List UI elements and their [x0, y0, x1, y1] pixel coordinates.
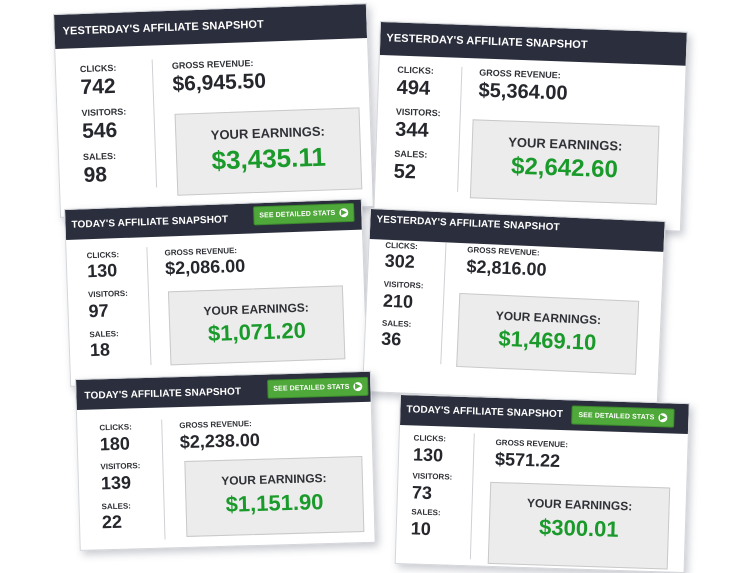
clicks-label: CLICKS: [79, 62, 117, 75]
button-label: SEE DETAILED STATS [578, 411, 655, 422]
card-title: TODAY'S AFFILIATE SNAPSHOT [406, 404, 564, 421]
visitors-value: 73 [411, 482, 433, 504]
button-label: SEE DETAILED STATS [273, 383, 350, 393]
clicks-value: 494 [396, 76, 431, 100]
gross-revenue-value: $5,364.00 [478, 79, 568, 105]
visitors-value: 210 [382, 290, 414, 312]
earnings-box: YOUR EARNINGS: $1,151.90 [184, 456, 365, 537]
sales-value: 98 [83, 163, 108, 188]
divider [146, 247, 152, 366]
clicks-value: 742 [80, 74, 117, 100]
card-header: YESTERDAY'S AFFILIATE SNAPSHOT [379, 22, 687, 66]
snapshot-card-today-1: TODAY'S AFFILIATE SNAPSHOT SEE DETAILED … [64, 198, 369, 387]
clicks-value: 180 [99, 433, 131, 455]
sales-label: SALES: [381, 318, 412, 329]
gross-revenue-value: $2,238.00 [179, 429, 261, 453]
gross-revenue-value: $6,945.50 [172, 69, 267, 96]
visitors-label: VISITORS: [383, 279, 424, 291]
divider [161, 419, 166, 540]
earnings-value: $1,151.90 [225, 489, 324, 517]
divider [457, 66, 463, 192]
snapshot-card-today-2: TODAY'S AFFILIATE SNAPSHOT SEE DETAILED … [75, 370, 376, 551]
earnings-label: YOUR EARNINGS: [526, 496, 633, 514]
gross-revenue-value: $571.22 [494, 449, 561, 472]
earnings-box: YOUR EARNINGS: $1,469.10 [456, 292, 640, 375]
sales-value: 52 [393, 160, 417, 184]
earnings-value: $300.01 [538, 514, 620, 542]
sales-value: 36 [380, 328, 402, 350]
sales-label: SALES: [82, 150, 117, 163]
sales-value: 22 [101, 511, 123, 533]
gross-revenue-label: GROSS REVENUE: [179, 419, 252, 431]
sales-label: SALES: [89, 329, 119, 340]
clicks-label: CLICKS: [385, 240, 419, 252]
gross-revenue-label: GROSS REVENUE: [171, 58, 254, 71]
see-detailed-stats-button[interactable]: SEE DETAILED STATS ▶ [571, 405, 675, 428]
earnings-box: YOUR EARNINGS: $300.01 [487, 481, 671, 570]
divider [469, 433, 475, 560]
card-title: YESTERDAY'S AFFILIATE SNAPSHOT [62, 18, 265, 38]
see-detailed-stats-button[interactable]: SEE DETAILED STATS ▶ [267, 376, 369, 399]
clicks-value: 130 [86, 260, 118, 282]
gross-revenue-label: GROSS REVENUE: [479, 67, 561, 81]
visitors-label: VISITORS: [412, 471, 453, 482]
earnings-box: YOUR EARNINGS: $1,071.20 [167, 285, 346, 366]
snapshot-card-yesterday-1: YESTERDAY'S AFFILIATE SNAPSHOT CLICKS: 7… [53, 3, 374, 218]
visitors-value: 97 [88, 300, 109, 322]
arrow-right-icon: ▶ [339, 208, 349, 218]
clicks-label: CLICKS: [397, 64, 434, 76]
visitors-value: 546 [81, 118, 118, 144]
visitors-value: 344 [394, 118, 429, 142]
snapshot-card-yesterday-2: YESTERDAY'S AFFILIATE SNAPSHOT CLICKS: 4… [373, 21, 688, 232]
earnings-value: $1,071.20 [207, 317, 307, 347]
card-header: TODAY'S AFFILIATE SNAPSHOT SEE DETAILED … [76, 371, 371, 410]
arrow-right-icon: ▶ [353, 381, 363, 392]
gross-revenue-label: GROSS REVENUE: [495, 438, 569, 450]
earnings-label: YOUR EARNINGS: [221, 471, 327, 488]
earnings-value: $1,469.10 [497, 325, 597, 355]
arrow-right-icon: ▶ [658, 413, 668, 423]
clicks-value: 302 [384, 250, 416, 272]
gross-revenue-value: $2,816.00 [466, 256, 547, 280]
visitors-label: VISITORS: [395, 106, 441, 119]
earnings-box: YOUR EARNINGS: $2,642.60 [469, 119, 660, 205]
clicks-label: CLICKS: [99, 422, 132, 433]
sales-label: SALES: [411, 507, 441, 518]
earnings-value: $3,435.11 [211, 141, 327, 176]
gross-revenue-label: GROSS REVENUE: [467, 245, 540, 258]
card-title: TODAY'S AFFILIATE SNAPSHOT [84, 386, 242, 402]
card-title: TODAY'S AFFILIATE SNAPSHOT [71, 214, 229, 231]
sales-label: SALES: [101, 501, 132, 512]
sales-label: SALES: [394, 148, 428, 160]
divider [440, 242, 447, 365]
card-title: YESTERDAY'S AFFILIATE SNAPSHOT [386, 32, 588, 52]
card-header: TODAY'S AFFILIATE SNAPSHOT SEE DETAILED … [400, 395, 689, 435]
visitors-label: VISITORS: [100, 461, 141, 472]
clicks-value: 130 [412, 444, 444, 466]
clicks-label: CLICKS: [413, 433, 447, 444]
card-header: YESTERDAY'S AFFILIATE SNAPSHOT [54, 4, 368, 49]
snapshot-card-yesterday-3: YESTERDAY'S AFFILIATE SNAPSHOT CLICKS: 3… [361, 208, 666, 405]
visitors-value: 139 [100, 472, 132, 494]
divider [151, 59, 158, 188]
earnings-box: YOUR EARNINGS: $3,435.11 [174, 107, 363, 196]
gross-revenue-value: $2,086.00 [164, 255, 246, 279]
visitors-label: VISITORS: [81, 106, 127, 119]
visitors-label: VISITORS: [87, 288, 128, 300]
sales-value: 18 [89, 339, 111, 361]
clicks-label: CLICKS: [86, 250, 120, 261]
card-title: YESTERDAY'S AFFILIATE SNAPSHOT [376, 214, 560, 234]
see-detailed-stats-button[interactable]: SEE DETAILED STATS ▶ [253, 202, 355, 226]
snapshot-card-today-3: TODAY'S AFFILIATE SNAPSHOT SEE DETAILED … [394, 394, 690, 573]
button-label: SEE DETAILED STATS [259, 209, 336, 220]
earnings-value: $2,642.60 [510, 152, 619, 184]
